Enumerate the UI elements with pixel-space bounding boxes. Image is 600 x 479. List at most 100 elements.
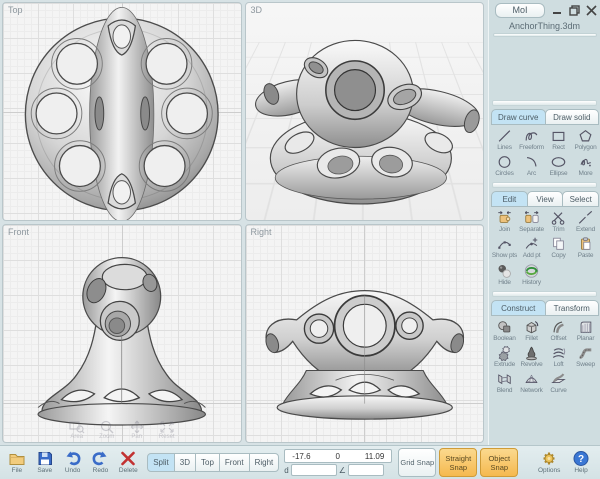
help-button[interactable]: ? Help <box>568 450 594 475</box>
arc-icon <box>522 154 541 170</box>
trim-icon <box>549 210 568 226</box>
viewport-control-bar: Area Zoom Pan Reset <box>66 420 178 440</box>
tool-lines[interactable]: Lines <box>491 128 518 151</box>
distance-label: d <box>284 466 288 475</box>
tool-rect[interactable]: Rect <box>545 128 572 151</box>
delete-button[interactable]: Delete <box>115 450 141 475</box>
angle-input[interactable] <box>348 464 384 476</box>
viewport-label-top: Top <box>8 5 23 15</box>
svg-text:?: ? <box>578 454 584 465</box>
tool-add-pt[interactable]: Add pt <box>518 236 545 259</box>
tool-more[interactable]: More <box>572 154 599 177</box>
tool-copy[interactable]: Copy <box>545 236 572 259</box>
viewport-label-right: Right <box>251 227 272 237</box>
view-button-split[interactable]: Split <box>147 453 175 472</box>
tool-show-pts[interactable]: Show pts <box>491 236 518 259</box>
distance-input[interactable] <box>291 464 337 476</box>
app-menu-button[interactable]: MoI <box>495 3 545 18</box>
tab-construct[interactable]: Construct <box>491 300 546 316</box>
coord-z: 11.09 <box>365 452 384 461</box>
object-snap-button[interactable]: Object Snap <box>480 448 518 477</box>
paste-icon <box>576 236 595 252</box>
tool-network[interactable]: Network <box>518 371 545 394</box>
show-pts-icon <box>495 236 514 252</box>
polygon-icon <box>576 128 595 144</box>
options-button[interactable]: Options <box>536 450 562 475</box>
restore-icon[interactable] <box>568 4 580 16</box>
view-button-top[interactable]: Top <box>195 453 220 472</box>
view-button-group: Split 3D Top Front Right <box>147 453 278 472</box>
view-button-3d[interactable]: 3D <box>174 453 196 472</box>
circles-icon <box>495 154 514 170</box>
file-button[interactable]: File <box>4 450 30 475</box>
viewport-top[interactable]: Top <box>2 2 242 221</box>
lines-icon <box>495 128 514 144</box>
help-question-icon: ? <box>572 450 590 467</box>
reset-button[interactable]: Reset <box>156 420 178 440</box>
fillet-icon <box>522 319 541 335</box>
more-icon <box>576 154 595 170</box>
xyz-coordinate-field[interactable]: -17.6 0 11.09 <box>284 449 392 463</box>
coordinate-readout: -17.6 0 11.09 d ∠ <box>284 449 392 476</box>
view-button-front[interactable]: Front <box>219 453 250 472</box>
redo-button[interactable]: Redo <box>88 450 114 475</box>
tab-transform[interactable]: Transform <box>545 300 600 316</box>
tab-draw-solid[interactable]: Draw solid <box>545 109 600 125</box>
undo-button[interactable]: Undo <box>60 450 86 475</box>
straight-snap-button[interactable]: Straight Snap <box>439 448 477 477</box>
tool-sweep[interactable]: Sweep <box>572 345 599 368</box>
bottom-toolbar: File Save Undo Redo Delete Split 3D Top … <box>0 445 600 479</box>
zoom-button[interactable]: Zoom <box>96 420 118 440</box>
tool-paste[interactable]: Paste <box>572 236 599 259</box>
viewport-right[interactable]: Right <box>245 224 485 443</box>
pan-button[interactable]: Pan <box>126 420 148 440</box>
tool-revolve[interactable]: Revolve <box>518 345 545 368</box>
extend-icon <box>576 210 595 226</box>
close-icon[interactable] <box>585 4 597 16</box>
viewport-3d[interactable]: 3D <box>245 2 485 221</box>
grid-snap-button[interactable]: Grid Snap <box>398 448 436 477</box>
tab-draw-curve[interactable]: Draw curve <box>491 109 546 125</box>
tool-loft[interactable]: Loft <box>545 345 572 368</box>
tool-offset[interactable]: Offset <box>545 319 572 342</box>
tool-history[interactable]: History <box>518 263 545 286</box>
tool-freeform[interactable]: Freeform <box>518 128 545 151</box>
save-button[interactable]: Save <box>32 450 58 475</box>
tool-boolean[interactable]: Boolean <box>491 319 518 342</box>
tool-separate[interactable]: Separate <box>518 210 545 233</box>
tool-planar[interactable]: Planar <box>572 319 599 342</box>
minimize-icon[interactable] <box>551 4 563 16</box>
tool-arc[interactable]: Arc <box>518 154 545 177</box>
model-front-view <box>3 225 241 442</box>
tool-extend[interactable]: Extend <box>572 210 599 233</box>
viewport-front[interactable]: Area Zoom Pan Reset Front <box>2 224 242 443</box>
tool-circles[interactable]: Circles <box>491 154 518 177</box>
viewport-grid: Top <box>0 0 486 445</box>
tab-select[interactable]: Select <box>562 191 599 207</box>
filename-tab[interactable]: AnchorThing.3dm <box>489 21 600 31</box>
tool-ellipse[interactable]: Ellipse <box>545 154 572 177</box>
tool-extrude[interactable]: Extrude <box>491 345 518 368</box>
copy-icon <box>549 236 568 252</box>
tool-join[interactable]: Join <box>491 210 518 233</box>
network-icon <box>522 371 541 387</box>
tool-polygon[interactable]: Polygon <box>572 128 599 151</box>
tool-trim[interactable]: Trim <box>545 210 572 233</box>
freeform-icon <box>522 128 541 144</box>
tool-fillet[interactable]: Fillet <box>518 319 545 342</box>
blend-icon <box>495 371 514 387</box>
tab-edit[interactable]: Edit <box>491 191 528 207</box>
tab-view[interactable]: View <box>527 191 564 207</box>
loft-icon <box>549 345 568 361</box>
save-floppy-icon <box>36 450 54 467</box>
view-button-right[interactable]: Right <box>249 453 280 472</box>
tool-hide[interactable]: Hide <box>491 263 518 286</box>
separate-icon <box>522 210 541 226</box>
tool-blend[interactable]: Blend <box>491 371 518 394</box>
area-zoom-button[interactable]: Area <box>66 420 88 440</box>
tool-curve[interactable]: Curve <box>545 371 572 394</box>
history-icon <box>522 263 541 279</box>
ellipse-icon <box>549 154 568 170</box>
planar-icon <box>576 319 595 335</box>
options-gear-icon <box>540 450 558 467</box>
